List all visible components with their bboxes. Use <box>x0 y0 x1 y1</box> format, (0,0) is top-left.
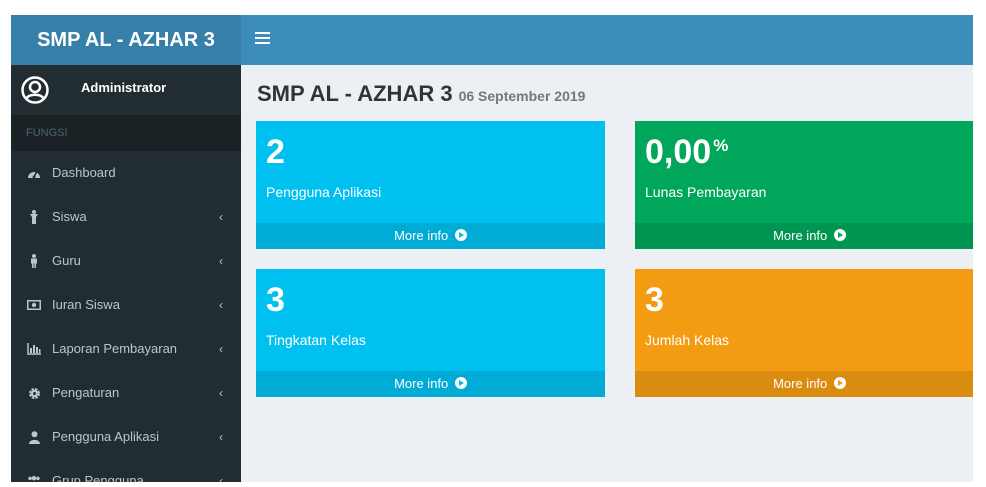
user-name: Administrator <box>81 80 167 95</box>
page-title-text: SMP AL - AZHAR 3 <box>257 81 453 106</box>
chevron-left-icon: ‹ <box>219 430 223 444</box>
money-icon <box>27 283 41 327</box>
sidebar-item-siswa[interactable]: Siswa ‹ <box>11 195 241 239</box>
arrow-circle-right-icon <box>833 229 846 241</box>
sidebar-item-label: Laporan Pembayaran <box>52 341 178 356</box>
sidebar-item-grup-pengguna[interactable]: Grup Pengguna ‹ <box>11 459 241 482</box>
box-number: 0,00% <box>645 133 729 171</box>
arrow-circle-right-icon <box>454 229 467 241</box>
app-window: SMP AL - AZHAR 3 Administrator FUNGSI Da… <box>11 15 973 482</box>
sidebar-item-label: Dashboard <box>52 165 116 180</box>
hamburger-icon[interactable] <box>255 32 270 48</box>
sidebar-item-guru[interactable]: Guru ‹ <box>11 239 241 283</box>
sidebar-item-iuran-siswa[interactable]: Iuran Siswa ‹ <box>11 283 241 327</box>
page-title: SMP AL - AZHAR 3 06 September 2019 <box>257 81 585 107</box>
more-info-link[interactable]: More info <box>256 223 605 249</box>
chevron-left-icon: ‹ <box>219 210 223 224</box>
box-label: Jumlah Kelas <box>645 332 730 348</box>
gear-icon <box>27 371 41 415</box>
sidebar-item-dashboard[interactable]: Dashboard <box>11 151 241 195</box>
dashboard-icon <box>27 151 41 195</box>
sidebar-item-pengaturan[interactable]: Pengaturan ‹ <box>11 371 241 415</box>
sidebar-item-laporan-pembayaran[interactable]: Laporan Pembayaran ‹ <box>11 327 241 371</box>
small-box-tingkatan-kelas: 3 Tingkatan Kelas More info <box>256 269 605 397</box>
more-info-link[interactable]: More info <box>635 223 973 249</box>
page-date: 06 September 2019 <box>458 88 586 104</box>
chevron-left-icon: ‹ <box>219 254 223 268</box>
sidebar-item-pengguna-aplikasi[interactable]: Pengguna Aplikasi ‹ <box>11 415 241 459</box>
sidebar-header: FUNGSI <box>11 115 241 151</box>
main-content: SMP AL - AZHAR 3 06 September 2019 2 Peng… <box>241 65 973 482</box>
arrow-circle-right-icon <box>454 377 467 389</box>
box-label: Pengguna Aplikasi <box>266 184 382 200</box>
users-icon <box>27 459 41 482</box>
arrow-circle-right-icon <box>833 377 846 389</box>
small-box-lunas-pembayaran: 0,00% Lunas Pembayaran More info <box>635 121 973 249</box>
chevron-left-icon: ‹ <box>219 386 223 400</box>
chevron-left-icon: ‹ <box>219 342 223 356</box>
small-box-jumlah-kelas: 3 Jumlah Kelas More info <box>635 269 973 397</box>
sidebar-item-label: Siswa <box>52 209 87 224</box>
user-panel: Administrator <box>11 65 241 115</box>
box-label: Lunas Pembayaran <box>645 184 767 200</box>
user-circle-icon <box>21 76 49 104</box>
more-info-link[interactable]: More info <box>635 371 973 397</box>
sidebar-item-label: Iuran Siswa <box>52 297 120 312</box>
sidebar: Administrator FUNGSI Dashboard Siswa ‹ G… <box>11 65 241 482</box>
more-info-link[interactable]: More info <box>256 371 605 397</box>
small-box-pengguna-aplikasi: 2 Pengguna Aplikasi More info <box>256 121 605 249</box>
box-number: 3 <box>645 281 664 319</box>
box-number: 2 <box>266 133 285 171</box>
chevron-left-icon: ‹ <box>219 298 223 312</box>
box-label: Tingkatan Kelas <box>266 332 366 348</box>
bar-chart-icon <box>27 327 41 371</box>
sidebar-item-label: Guru <box>52 253 81 268</box>
brand-logo[interactable]: SMP AL - AZHAR 3 <box>11 15 241 65</box>
top-navbar <box>241 15 973 65</box>
user-icon <box>27 415 41 459</box>
sidebar-item-label: Pengguna Aplikasi <box>52 429 159 444</box>
chevron-left-icon: ‹ <box>219 474 223 482</box>
teacher-icon <box>27 239 41 283</box>
sidebar-item-label: Pengaturan <box>52 385 120 400</box>
student-icon <box>27 195 41 239</box>
sidebar-item-label: Grup Pengguna <box>52 473 144 482</box>
box-number: 3 <box>266 281 285 319</box>
